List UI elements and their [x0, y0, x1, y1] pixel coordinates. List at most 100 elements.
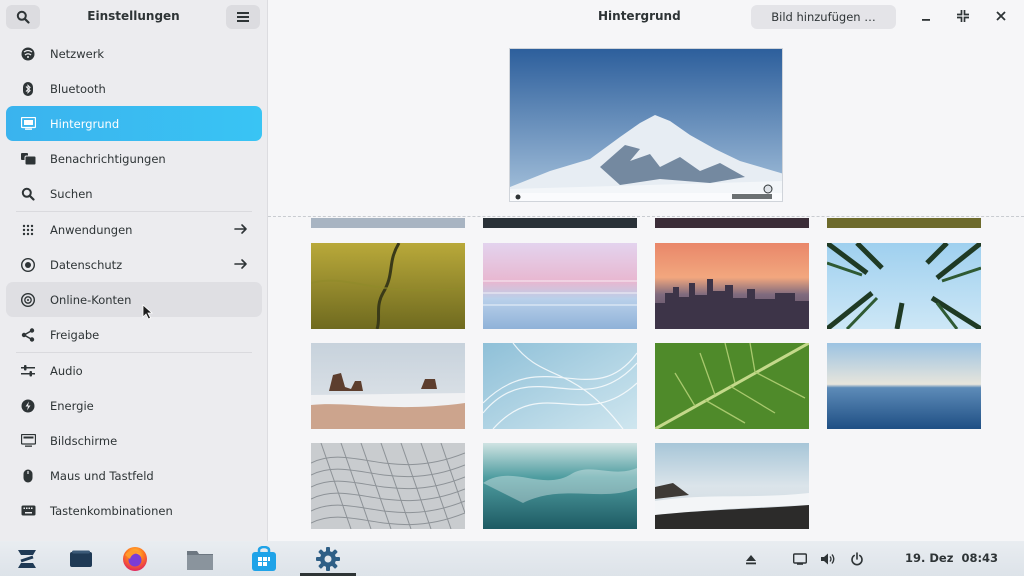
privacy-icon	[20, 257, 36, 273]
sidebar-item-label: Datenschutz	[50, 257, 123, 272]
keyboard-icon	[20, 503, 36, 519]
power-icon	[851, 552, 863, 566]
eject-button[interactable]	[743, 551, 759, 567]
display-icon	[20, 433, 36, 449]
screen-icon	[793, 553, 807, 565]
wallpaper-thumbnail[interactable]	[655, 218, 809, 228]
sidebar-item-label: Bluetooth	[50, 81, 106, 96]
sidebar-item-netzwerk[interactable]: Netzwerk	[6, 36, 262, 71]
sidebar-item-label: Audio	[50, 363, 83, 378]
minimize-button[interactable]	[918, 8, 934, 24]
volume-button[interactable]	[820, 551, 836, 567]
taskbar: 19. Dez 08:43	[0, 541, 1024, 576]
wallpaper-thumbnail[interactable]	[827, 243, 981, 329]
arrow-right-icon	[234, 224, 247, 234]
wallpaper-thumbnail[interactable]	[827, 218, 981, 228]
wallpaper-thumbnail[interactable]	[483, 443, 637, 529]
firefox-icon	[123, 547, 147, 571]
network-icon	[20, 46, 36, 62]
notifications-icon	[20, 151, 36, 167]
arrow-right-icon	[234, 259, 247, 269]
divider	[268, 216, 1024, 217]
sidebar-item-label: Hintergrund	[50, 116, 120, 131]
clock[interactable]: 19. Dez 08:43	[905, 551, 998, 565]
sidebar-item-audio[interactable]: Audio	[6, 353, 262, 388]
software-store-icon	[252, 546, 276, 571]
wallpaper-thumbnail[interactable]	[483, 218, 637, 228]
volume-icon	[821, 553, 835, 565]
add-picture-button[interactable]: Bild hinzufügen …	[751, 5, 896, 29]
wallpaper-thumbnail[interactable]	[483, 343, 637, 429]
sidebar-nav: Netzwerk Bluetooth Hintergrund Benachric…	[0, 36, 268, 528]
apps-grid-icon	[20, 222, 36, 238]
settings-button[interactable]	[313, 544, 343, 574]
page-title: Hintergrund	[598, 9, 681, 23]
sidebar-item-bluetooth[interactable]: Bluetooth	[6, 71, 262, 106]
wallpaper-thumbnail[interactable]	[655, 443, 809, 529]
sidebar-header: Einstellungen	[0, 0, 267, 34]
main-menu-button[interactable]	[226, 5, 260, 29]
sidebar-item-datenschutz[interactable]: Datenschutz	[6, 247, 262, 282]
sidebar-item-suchen[interactable]: Suchen	[6, 176, 262, 211]
wallpaper-thumbnail[interactable]	[483, 243, 637, 329]
minimize-icon	[922, 19, 930, 21]
background-preview	[509, 48, 783, 202]
content-header: Hintergrund Bild hinzufügen …	[268, 0, 1024, 34]
sidebar-item-label: Suchen	[50, 186, 93, 201]
settings-window: Einstellungen Netzwerk Bluetooth Hinterg…	[0, 0, 1024, 541]
sidebar-item-hintergrund[interactable]: Hintergrund	[6, 106, 262, 141]
mountain-preview-image	[510, 49, 782, 201]
sidebar-item-label: Netzwerk	[50, 46, 105, 61]
online-accounts-icon	[20, 292, 36, 308]
sidebar-item-label: Maus und Tastfeld	[50, 468, 154, 483]
share-icon	[20, 327, 36, 343]
zorin-menu-button[interactable]	[12, 544, 42, 574]
restore-button[interactable]	[955, 8, 971, 24]
screen-button[interactable]	[792, 551, 808, 567]
sidebar-item-tastenkombinationen[interactable]: Tastenkombinationen	[6, 493, 262, 528]
wallpaper-grid	[268, 218, 1024, 541]
bluetooth-icon	[20, 81, 36, 97]
mouse-icon	[20, 468, 36, 484]
wallpaper-thumbnail[interactable]	[655, 243, 809, 329]
firefox-button[interactable]	[120, 544, 150, 574]
window-switcher-button[interactable]	[66, 544, 96, 574]
sidebar-item-label: Anwendungen	[50, 222, 133, 237]
sidebar-item-bildschirme[interactable]: Bildschirme	[6, 423, 262, 458]
sidebar-item-online-konten[interactable]: Online-Konten	[6, 282, 262, 320]
wallpaper-thumbnail[interactable]	[827, 343, 981, 429]
software-store-button[interactable]	[249, 544, 279, 574]
sidebar-item-label: Benachrichtigungen	[50, 151, 166, 166]
zorin-menu-icon	[18, 550, 36, 568]
wallpaper-thumbnail[interactable]	[311, 218, 465, 228]
settings-gear-icon	[316, 547, 340, 571]
sidebar-item-label: Energie	[50, 398, 94, 413]
background-icon	[20, 116, 36, 132]
wallpaper-thumbnail[interactable]	[311, 443, 465, 529]
sidebar-item-label: Bildschirme	[50, 433, 118, 448]
files-button[interactable]	[185, 544, 215, 574]
sidebar-item-label: Online-Konten	[50, 292, 132, 307]
unmaximize-icon	[957, 10, 969, 22]
search-icon	[20, 186, 36, 202]
wallpaper-thumbnail[interactable]	[311, 343, 465, 429]
close-button[interactable]	[993, 8, 1009, 24]
eject-icon	[746, 555, 756, 565]
sidebar-item-energie[interactable]: Energie	[6, 388, 262, 423]
sidebar-item-label: Tastenkombinationen	[50, 503, 173, 518]
clock-date: 19. Dez	[905, 551, 954, 565]
wallpaper-thumbnail[interactable]	[655, 343, 809, 429]
sidebar-item-freigabe[interactable]: Freigabe	[6, 317, 262, 352]
power-icon	[20, 398, 36, 414]
audio-sliders-icon	[20, 363, 36, 379]
window-switcher-icon	[70, 550, 92, 567]
sidebar-item-label: Freigabe	[50, 327, 100, 342]
wallpaper-thumbnail[interactable]	[311, 243, 465, 329]
power-button[interactable]	[849, 551, 865, 567]
hamburger-icon	[237, 12, 249, 22]
files-icon	[187, 551, 213, 570]
sidebar-item-maus-und-tastfeld[interactable]: Maus und Tastfeld	[6, 458, 262, 493]
sidebar-item-benachrichtigungen[interactable]: Benachrichtigungen	[6, 141, 262, 176]
close-icon	[996, 11, 1006, 21]
sidebar-item-anwendungen[interactable]: Anwendungen	[6, 212, 262, 247]
